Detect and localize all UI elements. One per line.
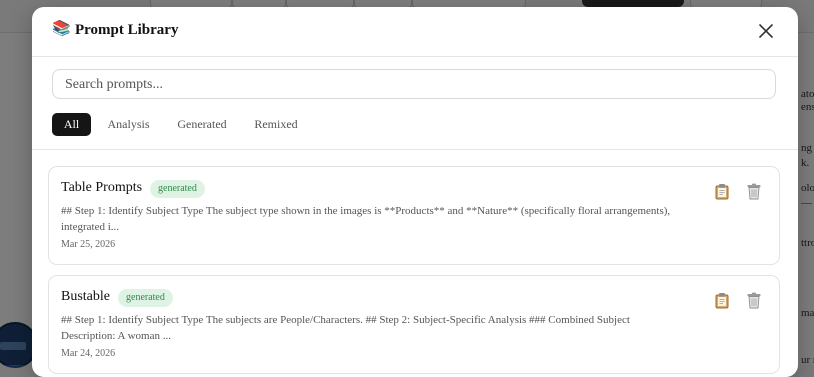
- tab-label: Remixed: [254, 117, 298, 131]
- status-badge: generated: [118, 289, 173, 307]
- prompt-description: ## Step 1: Identify Subject Type The sub…: [61, 314, 630, 342]
- tab-all[interactable]: All: [52, 113, 91, 136]
- status-badge: generated: [150, 180, 205, 198]
- tab-analysis[interactable]: Analysis: [101, 113, 156, 136]
- close-button[interactable]: [756, 21, 776, 41]
- close-icon: [759, 24, 773, 38]
- prompt-title: Bustable: [61, 289, 110, 304]
- prompt-title: Table Prompts: [61, 180, 143, 195]
- copy-button[interactable]: [714, 183, 730, 200]
- tab-label: Analysis: [107, 117, 150, 131]
- trash-icon: [747, 183, 761, 200]
- search-input[interactable]: [63, 70, 757, 100]
- tab-label: All: [63, 117, 80, 131]
- prompt-description: ## Step 1: Identify Subject Type The sub…: [61, 205, 671, 233]
- clipboard-icon: [715, 293, 729, 309]
- modal-header: 📚 Prompt Library: [32, 7, 798, 57]
- prompt-card[interactable]: Table Prompts generated ## Step 1: Ident…: [48, 166, 780, 265]
- search-box: [52, 69, 776, 100]
- books-icon: 📚: [52, 21, 71, 37]
- prompt-date: Mar 24, 2026: [61, 348, 116, 359]
- clipboard-icon: [715, 184, 729, 200]
- prompt-card[interactable]: Bustable generated ## Step 1: Identify S…: [48, 275, 780, 374]
- modal-title: Prompt Library: [75, 22, 179, 38]
- prompt-date: Mar 25, 2026: [61, 239, 116, 250]
- divider: [32, 149, 798, 150]
- tab-generated[interactable]: Generated: [170, 113, 234, 136]
- tab-label: Generated: [177, 117, 227, 131]
- delete-button[interactable]: [746, 183, 762, 200]
- delete-button[interactable]: [746, 292, 762, 309]
- tab-remixed[interactable]: Remixed: [248, 113, 304, 136]
- trash-icon: [747, 292, 761, 309]
- prompt-library-modal: 📚 Prompt Library All Analysis Generated …: [32, 7, 798, 377]
- copy-button[interactable]: [714, 292, 730, 309]
